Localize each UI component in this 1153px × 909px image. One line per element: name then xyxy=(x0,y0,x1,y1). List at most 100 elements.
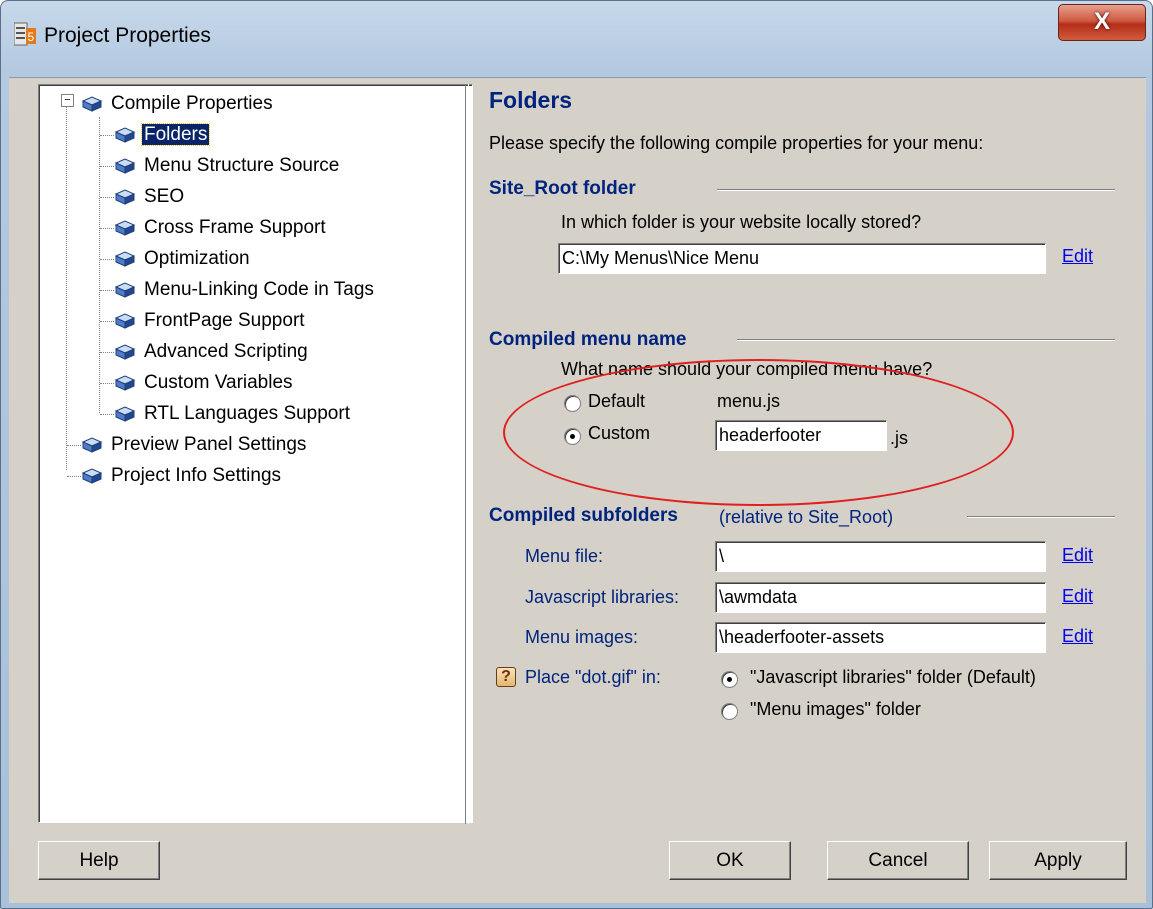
tree-item-label: Compile Properties xyxy=(111,93,273,114)
subfolder-label: Menu images: xyxy=(525,627,639,647)
tree-item-optimization[interactable]: Optimization xyxy=(114,246,252,272)
tree-item-label: Custom Variables xyxy=(144,372,293,393)
cancel-button[interactable]: Cancel xyxy=(827,841,969,880)
ok-button[interactable]: OK xyxy=(669,841,791,880)
project-properties-window: 5 Project Properties X − Compile Propert… xyxy=(0,0,1153,909)
tree-line xyxy=(100,259,114,260)
custom-name-field[interactable]: headerfooter xyxy=(715,420,887,451)
settings-tree[interactable]: − Compile Properties Folders Menu Structur… xyxy=(38,84,473,823)
section-divider xyxy=(717,189,1115,191)
tree-line xyxy=(99,117,100,413)
menu-images-field[interactable]: \headerfooter-assets xyxy=(715,622,1046,653)
default-name-value: menu.js xyxy=(717,391,781,411)
tree-item-menu-structure-source[interactable]: Menu Structure Source xyxy=(114,153,341,179)
tree-item-advanced-scripting[interactable]: Advanced Scripting xyxy=(114,339,310,365)
tree-item-label: Optimization xyxy=(144,248,250,269)
subfolders-heading: Compiled subfolders xyxy=(489,505,678,526)
tree-item-frontpage-support[interactable]: FrontPage Support xyxy=(114,308,307,334)
tree-line xyxy=(100,135,114,136)
tree-item-project-info-settings[interactable]: Project Info Settings xyxy=(81,463,283,489)
dot-gif-menu-images-radio[interactable] xyxy=(721,703,738,720)
tree-item-label: Preview Panel Settings xyxy=(111,434,307,455)
tree-item-compile-properties[interactable]: Compile Properties xyxy=(81,91,275,117)
svg-text:5: 5 xyxy=(28,30,35,44)
tree-item-label: RTL Languages Support xyxy=(144,403,350,424)
dot-gif-menu-images-label[interactable]: "Menu images" folder xyxy=(750,699,921,720)
site-root-question: In which folder is your website locally … xyxy=(561,212,922,232)
node-icon xyxy=(81,434,109,455)
tree-item-menu-linking-code-in-tags[interactable]: Menu-Linking Code in Tags xyxy=(114,277,376,303)
node-icon xyxy=(114,155,142,176)
window-title: Project Properties xyxy=(44,24,211,47)
tree-item-label: SEO xyxy=(144,186,185,207)
site-root-heading: Site_Root folder xyxy=(489,178,636,199)
panel-intro: Please specify the following compile pro… xyxy=(489,133,984,153)
tree-item-custom-variables[interactable]: Custom Variables xyxy=(114,370,295,396)
compiled-name-question: What name should your compiled menu have… xyxy=(561,359,933,379)
node-icon xyxy=(114,186,142,207)
subfolder-label: Menu file: xyxy=(525,546,604,566)
js-libraries-edit-link[interactable]: Edit xyxy=(1062,586,1093,607)
tree-line xyxy=(100,321,114,322)
compiled-name-heading: Compiled menu name xyxy=(489,329,687,350)
tree-line xyxy=(66,105,67,470)
tree-line xyxy=(100,383,114,384)
node-icon xyxy=(114,248,142,269)
node-icon xyxy=(114,372,142,393)
tree-item-cross-frame-support[interactable]: Cross Frame Support xyxy=(114,215,328,241)
tree-line xyxy=(100,414,114,415)
site-root-field[interactable]: C:\My Menus\Nice Menu xyxy=(558,243,1046,274)
tree-item-label: Advanced Scripting xyxy=(144,341,308,362)
dialog-client: − Compile Properties Folders Menu Structur… xyxy=(9,77,1146,903)
tree-line xyxy=(100,228,114,229)
menu-file-edit-link[interactable]: Edit xyxy=(1062,545,1093,566)
node-icon xyxy=(114,341,142,362)
custom-name-label[interactable]: Custom xyxy=(588,423,650,444)
collapse-icon[interactable]: − xyxy=(61,94,74,107)
section-divider xyxy=(737,339,1115,341)
dot-gif-js-libraries-radio[interactable] xyxy=(721,671,738,688)
tree-line xyxy=(100,290,114,291)
panel-separator xyxy=(465,84,469,824)
tree-line xyxy=(100,352,114,353)
tree-item-label: Menu-Linking Code in Tags xyxy=(144,279,374,300)
node-icon xyxy=(114,217,142,238)
tree-item-label: Menu Structure Source xyxy=(144,155,340,176)
close-button[interactable]: X xyxy=(1058,4,1146,41)
node-icon xyxy=(114,279,142,300)
menu-images-edit-link[interactable]: Edit xyxy=(1062,626,1093,647)
tree-item-folders[interactable]: Folders xyxy=(114,122,211,148)
title-bar[interactable]: 5 Project Properties X xyxy=(1,1,1152,77)
help-button[interactable]: Help xyxy=(38,841,160,880)
custom-name-suffix: .js xyxy=(890,428,908,448)
js-libraries-field[interactable]: \awmdata xyxy=(715,582,1046,613)
tree-item-label: Folders xyxy=(140,123,211,146)
node-icon xyxy=(114,403,142,424)
section-divider xyxy=(967,516,1115,518)
tree-item-seo[interactable]: SEO xyxy=(114,184,186,210)
site-root-edit-link[interactable]: Edit xyxy=(1062,246,1093,267)
menu-file-field[interactable]: \ xyxy=(715,541,1046,572)
tree-item-rtl-languages-support[interactable]: RTL Languages Support xyxy=(114,401,352,427)
tree-item-preview-panel-settings[interactable]: Preview Panel Settings xyxy=(81,432,308,458)
subfolders-note: (relative to Site_Root) xyxy=(719,507,894,527)
tree-line xyxy=(100,166,114,167)
dot-gif-js-libraries-label[interactable]: "Javascript libraries" folder (Default) xyxy=(750,667,1036,688)
subfolder-label: Javascript libraries: xyxy=(525,587,680,607)
tree-item-label: FrontPage Support xyxy=(144,310,305,331)
node-icon xyxy=(81,465,109,486)
default-name-label[interactable]: Default xyxy=(588,391,645,412)
tree-line xyxy=(100,197,114,198)
node-icon xyxy=(114,124,142,145)
tree-line xyxy=(67,445,81,446)
default-name-radio[interactable] xyxy=(564,395,581,412)
node-icon xyxy=(81,93,109,114)
tree-item-label: Project Info Settings xyxy=(111,465,282,486)
help-question-icon[interactable]: ? xyxy=(496,667,516,687)
custom-name-radio[interactable] xyxy=(564,428,581,445)
panel-title: Folders xyxy=(489,87,573,113)
app-icon: 5 xyxy=(14,22,36,46)
node-icon xyxy=(114,310,142,331)
close-icon: X xyxy=(1093,8,1110,35)
apply-button[interactable]: Apply xyxy=(989,841,1127,880)
